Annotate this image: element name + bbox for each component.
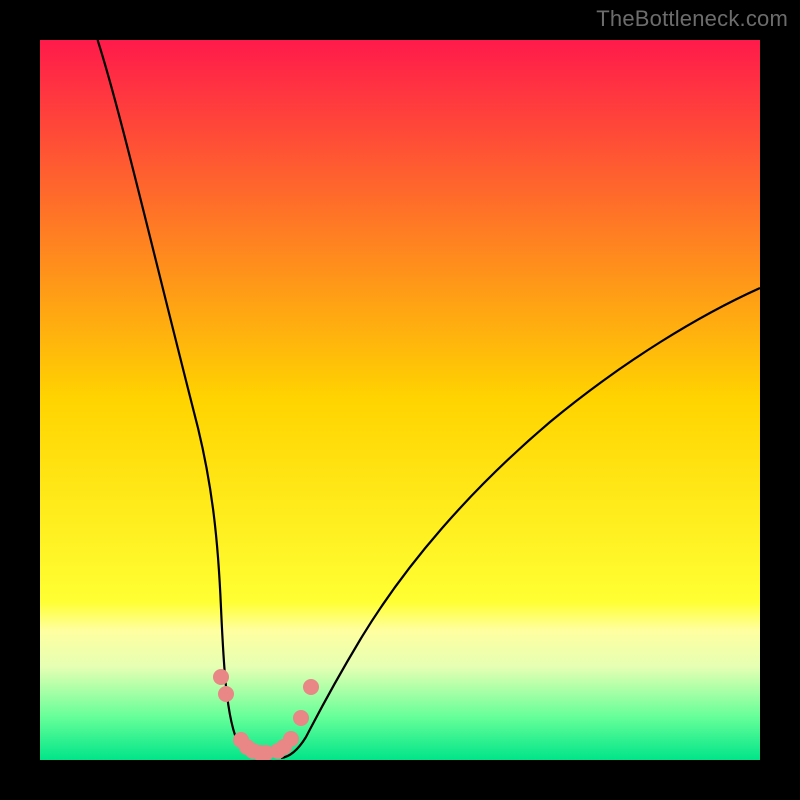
gradient-background — [40, 40, 760, 760]
chart-frame: TheBottleneck.com — [0, 0, 800, 800]
chart-svg — [40, 40, 760, 760]
plot-area — [40, 40, 760, 760]
watermark-text: TheBottleneck.com — [596, 6, 788, 32]
